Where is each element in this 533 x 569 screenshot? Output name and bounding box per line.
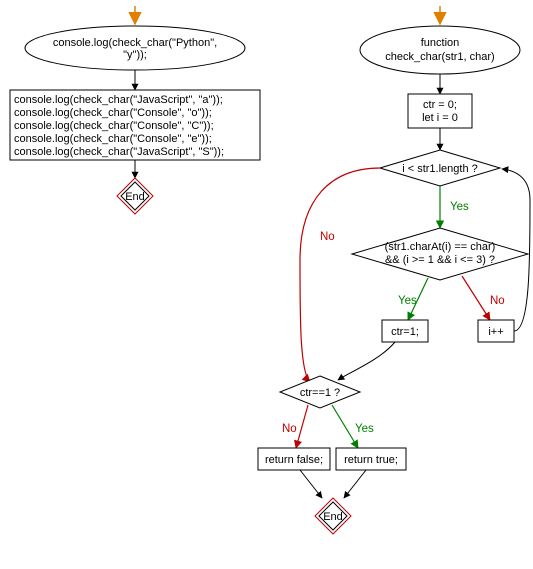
r-arrow-true-end [344, 470, 366, 498]
left-flowchart: console.log(check_char("Python", "y")); … [10, 6, 260, 214]
r-arrow-setctr-to-ctrcond [338, 342, 395, 380]
left-end-label: End [125, 191, 145, 203]
left-call1-text: console.log(check_char("Python", [53, 37, 217, 49]
setctr-text: ctr=1; [391, 326, 419, 338]
ctrcond-text: ctr==1 ? [300, 387, 340, 399]
left-stmt-3: console.log(check_char("Console", "e")); [14, 133, 212, 145]
loop-cond-text: i < str1.length ? [402, 163, 478, 175]
init-line2: let i = 0 [422, 112, 458, 124]
loop-no-label: No [320, 231, 335, 243]
ctr-no-label: No [282, 423, 297, 435]
retfalse-text: return false; [265, 454, 323, 466]
flowchart-canvas: console.log(check_char("Python", "y")); … [0, 0, 533, 569]
func-line1: function [421, 37, 460, 49]
func-line2: check_char(str1, char) [385, 51, 494, 63]
rettrue-text: return true; [344, 454, 398, 466]
right-flowchart: function check_char(str1, char) ctr = 0;… [258, 6, 530, 534]
incr-text: i++ [488, 326, 503, 338]
ctr-yes-label: Yes [355, 423, 374, 435]
func-ellipse [360, 26, 520, 74]
r-arrow-char-no [462, 276, 490, 320]
r-arrow-loop-no [300, 168, 380, 382]
loop-yes-label: Yes [450, 201, 469, 213]
right-end-node: End [315, 498, 351, 534]
left-stmt-0: console.log(check_char("JavaScript", "a"… [14, 94, 223, 106]
init-line1: ctr = 0; [423, 99, 457, 111]
char-yes-label: Yes [398, 295, 417, 307]
r-arrow-false-end [300, 470, 322, 498]
r-arrow-ctr-no [296, 405, 308, 448]
left-end-node: End [117, 178, 153, 214]
char-cond-line1: (str1.charAt(i) == char) [385, 241, 496, 253]
char-no-label: No [490, 295, 505, 307]
left-stmt-1: console.log(check_char("Console", "o")); [14, 107, 212, 119]
left-stmt-2: console.log(check_char("Console", "C")); [14, 120, 214, 132]
left-call1-text-line2: "y")); [123, 49, 147, 61]
left-stmt-4: console.log(check_char("JavaScript", "S"… [14, 146, 224, 158]
char-cond-line2: && (i >= 1 && i <= 3) ? [385, 254, 495, 266]
right-end-label: End [323, 511, 343, 523]
